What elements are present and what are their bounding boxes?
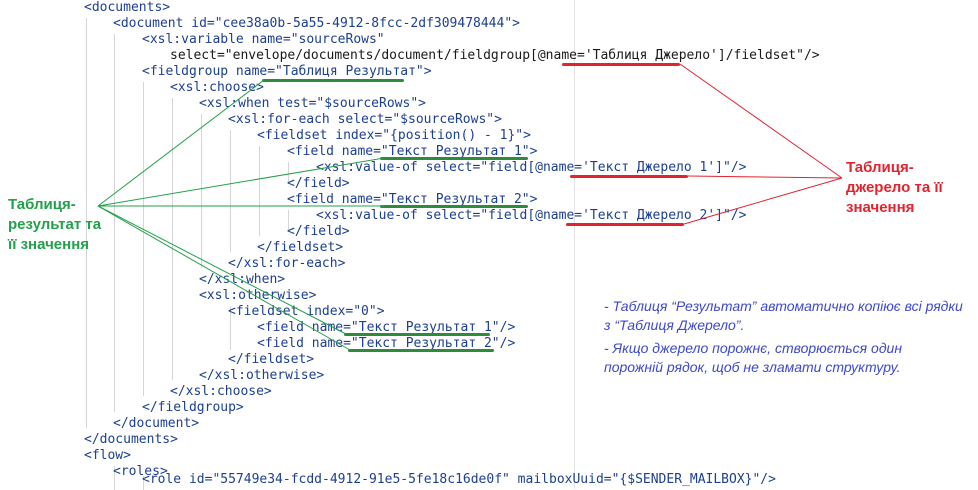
result-pointer-line [97, 205, 347, 335]
source-pointer-line [679, 63, 843, 179]
result-pointer-line [97, 79, 265, 207]
explanation-note: - Таблиця “Результат” автоматично копіює… [604, 297, 964, 377]
source-pointer-line [687, 175, 843, 179]
source-pointer-line [683, 177, 843, 225]
note-line: - Якщо джерело порожнє, створюється один… [604, 340, 903, 375]
note-line: - Таблиця “Результат” автоматично копіює… [604, 298, 963, 333]
result-table-label: Таблиця-результат та її значення [8, 196, 102, 253]
source-table-label: Таблиця-джерело та її значення [846, 159, 943, 216]
result-pointer-line [97, 205, 351, 351]
annotation-lines [97, 63, 843, 351]
result-pointer-line [97, 157, 385, 207]
